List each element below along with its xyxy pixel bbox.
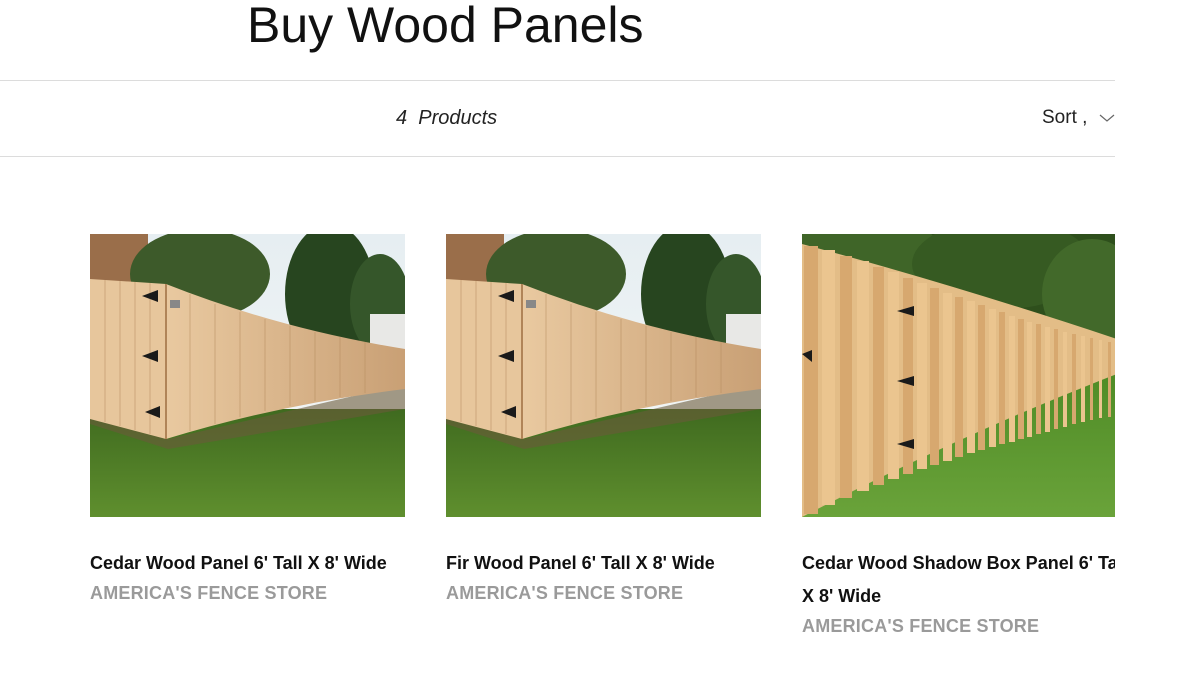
- product-card[interactable]: Fir Wood Panel 6' Tall X 8' Wide AMERICA…: [446, 234, 761, 606]
- product-card[interactable]: Cedar Wood Panel 6' Tall X 8' Wide AMERI…: [90, 234, 405, 606]
- collection-toolbar: 4 Products Sort ,: [0, 80, 1115, 157]
- product-vendor: AMERICA'S FENCE STORE: [802, 616, 1040, 636]
- sort-label: Sort ,: [1042, 107, 1088, 128]
- product-image-fir-fence[interactable]: [446, 234, 761, 517]
- product-grid: Cedar Wood Panel 6' Tall X 8' Wide AMERI…: [0, 234, 1115, 654]
- product-image-cedar-fence[interactable]: [90, 234, 405, 517]
- page-title: Buy Wood Panels: [247, 0, 644, 53]
- product-title[interactable]: Cedar Wood Panel 6' Tall X 8' Wide: [90, 547, 420, 580]
- sort-dropdown[interactable]: Sort ,: [1042, 107, 1115, 129]
- product-title[interactable]: Cedar Wood Shadow Box Panel 6' Tall X 8'…: [802, 547, 1115, 613]
- product-count: 4 Products: [396, 107, 497, 130]
- product-title[interactable]: Fir Wood Panel 6' Tall X 8' Wide: [446, 547, 776, 580]
- cedar-fence-photo: [90, 234, 405, 517]
- shadow-box-fence-photo: [802, 234, 1115, 517]
- product-vendor: AMERICA'S FENCE STORE: [446, 583, 684, 603]
- fir-fence-photo: [446, 234, 761, 517]
- product-image-shadow-box-fence[interactable]: [802, 234, 1115, 517]
- product-vendor: AMERICA'S FENCE STORE: [90, 583, 328, 603]
- product-count-number: 4: [396, 107, 408, 129]
- product-card[interactable]: Cedar Wood Shadow Box Panel 6' Tall X 8'…: [802, 234, 1115, 639]
- chevron-down-icon: [1100, 114, 1115, 122]
- product-count-label: Products: [418, 107, 498, 129]
